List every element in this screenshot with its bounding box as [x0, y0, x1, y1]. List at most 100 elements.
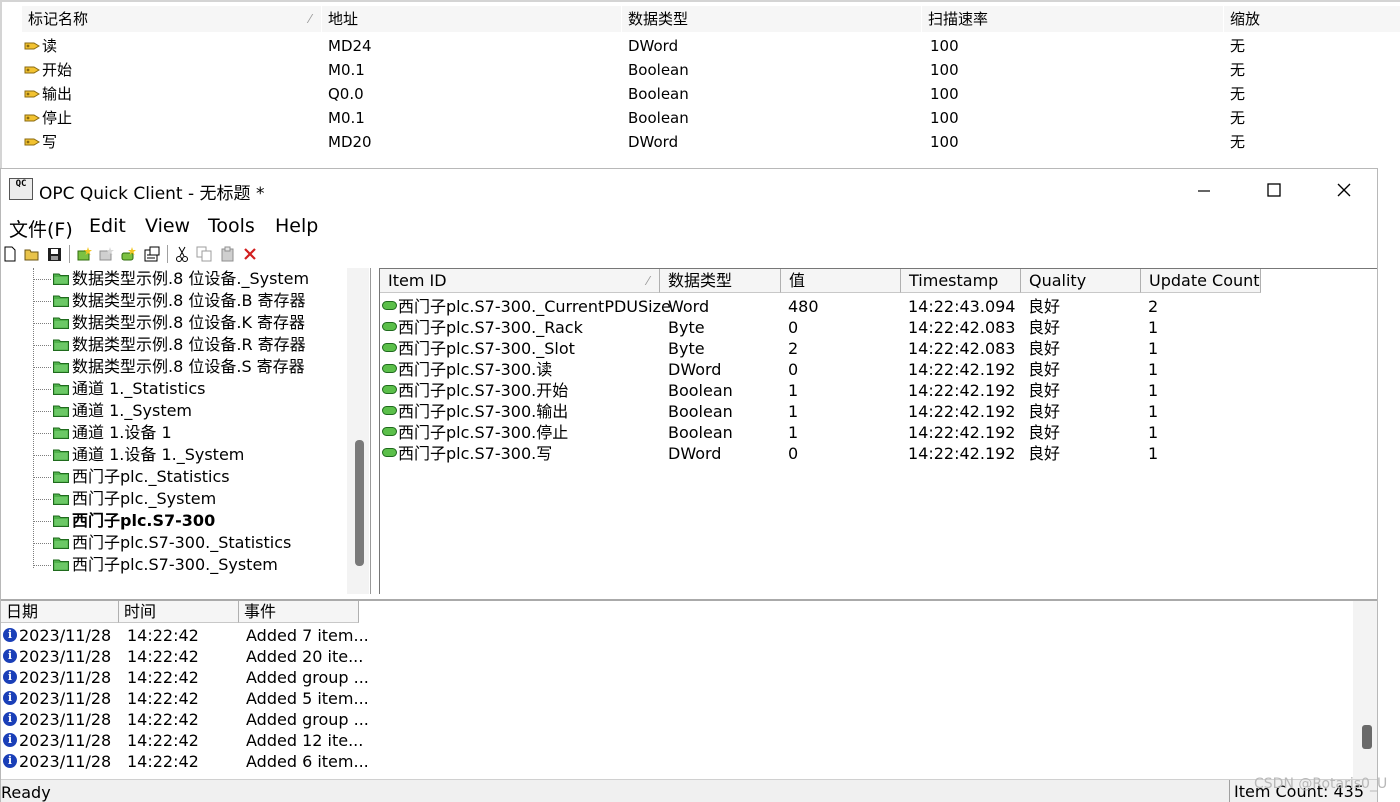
- item-tag-icon: [382, 322, 397, 331]
- col-item-id[interactable]: Item ID ⁄: [380, 269, 660, 293]
- log-cell: 14:22:42: [127, 710, 199, 729]
- col-quality[interactable]: Quality: [1021, 269, 1141, 293]
- col-item-data-type[interactable]: 数据类型: [660, 269, 781, 293]
- tag-table-header: 标记名称 ⁄ 地址 数据类型 扫描速率 缩放: [22, 6, 1400, 32]
- tree-item-label: 通道 1.设备 1._System: [72, 445, 245, 464]
- folder-icon: [53, 427, 69, 439]
- log-cell: 14:22:42: [127, 647, 199, 666]
- tag-cell: 写: [42, 133, 58, 151]
- item-row[interactable]: 西门子plc.S7-300.读 DWord 0 14:22:42.192 良好 1: [380, 359, 1377, 380]
- tree-scrollbar[interactable]: [347, 268, 369, 594]
- delete-icon[interactable]: [241, 245, 259, 263]
- tag-table-row[interactable]: 写 MD20 DWord 100 无: [22, 130, 1400, 154]
- tag-table-row[interactable]: 停止 M0.1 Boolean 100 无: [22, 106, 1400, 130]
- copy-icon[interactable]: [195, 245, 213, 263]
- menu-bar: 文件(F) Edit View Tools Help: [1, 211, 1377, 241]
- item-cell: DWord: [668, 360, 722, 379]
- item-row[interactable]: 西门子plc.S7-300.开始 Boolean 1 14:22:42.192 良好 1: [380, 380, 1377, 401]
- tag-table-row[interactable]: 输出 Q0.0 Boolean 100 无: [22, 82, 1400, 106]
- item-tag-icon: [382, 301, 397, 310]
- item-cell: Boolean: [668, 423, 733, 442]
- new-server-icon[interactable]: [75, 245, 93, 263]
- item-cell: 西门子plc.S7-300._Slot: [398, 339, 575, 358]
- close-icon: [1337, 183, 1351, 197]
- menu-view[interactable]: View: [145, 215, 190, 237]
- item-row[interactable]: 西门子plc.S7-300.输出 Boolean 1 14:22:42.192 良好 1: [380, 401, 1377, 422]
- open-icon[interactable]: [23, 245, 41, 263]
- item-row[interactable]: 西门子plc.S7-300._Rack Byte 0 14:22:42.083 良好 1: [380, 317, 1377, 338]
- maximize-button[interactable]: [1239, 169, 1309, 211]
- folder-icon: [53, 295, 69, 307]
- item-cell: 2: [788, 339, 799, 358]
- minimize-button[interactable]: [1169, 169, 1239, 211]
- item-cell: 西门子plc.S7-300.读: [398, 360, 553, 379]
- item-cell: 西门子plc.S7-300.输出: [398, 402, 569, 421]
- log-cell: Added 5 item...: [246, 689, 369, 708]
- properties-icon[interactable]: [143, 245, 161, 263]
- cut-icon[interactable]: [173, 245, 191, 263]
- save-icon[interactable]: [45, 245, 63, 263]
- col-value[interactable]: 值: [781, 269, 901, 293]
- log-cell: 14:22:42: [127, 668, 199, 687]
- col-event[interactable]: 事件: [239, 601, 359, 623]
- log-cell: Added group ...: [246, 710, 369, 729]
- info-icon: i: [3, 670, 17, 684]
- tag-cell: DWord: [628, 37, 679, 55]
- menu-file[interactable]: 文件(F): [9, 215, 73, 242]
- folder-icon: [53, 471, 69, 483]
- tag-cell: Q0.0: [328, 85, 364, 103]
- tag-table-row[interactable]: 读 MD24 DWord 100 无: [22, 34, 1400, 58]
- item-cell: 480: [788, 297, 819, 316]
- close-button[interactable]: [1309, 169, 1379, 211]
- item-row[interactable]: 西门子plc.S7-300._CurrentPDUSize Word 480 14:2…: [380, 296, 1377, 317]
- tag-cell: 100: [930, 133, 959, 151]
- col-update-count[interactable]: Update Count: [1141, 269, 1261, 293]
- log-row[interactable]: i 2023/11/28 14:22:42 Added 20 ite...: [1, 646, 1351, 667]
- item-cell: 0: [788, 360, 799, 379]
- col-timestamp[interactable]: Timestamp: [901, 269, 1021, 293]
- log-row[interactable]: i 2023/11/28 14:22:42 Added 5 item...: [1, 688, 1351, 709]
- item-row[interactable]: 西门子plc.S7-300._Slot Byte 2 14:22:42.083 良好 1: [380, 338, 1377, 359]
- col-date[interactable]: 日期: [1, 601, 119, 623]
- tag-cell: M0.1: [328, 109, 365, 127]
- col-time[interactable]: 时间: [119, 601, 239, 623]
- item-cell: 14:22:42.192: [908, 444, 1016, 463]
- menu-tools[interactable]: Tools: [208, 215, 255, 237]
- item-cell: 西门子plc.S7-300._CurrentPDUSize: [398, 297, 671, 316]
- log-row[interactable]: i 2023/11/28 14:22:42 Added 7 item...: [1, 625, 1351, 646]
- log-row[interactable]: i 2023/11/28 14:22:42 Added group ...: [1, 709, 1351, 730]
- log-row[interactable]: i 2023/11/28 14:22:42 Added 12 ite...: [1, 730, 1351, 751]
- tree-item-label: 通道 1.设备 1: [72, 423, 172, 442]
- log-row[interactable]: i 2023/11/28 14:22:42 Added group ...: [1, 667, 1351, 688]
- menu-edit[interactable]: Edit: [89, 215, 126, 237]
- item-cell: 西门子plc.S7-300.停止: [398, 423, 569, 442]
- status-text: Ready: [1, 783, 51, 802]
- tree-scroll-thumb[interactable]: [355, 440, 364, 566]
- log-row[interactable]: i 2023/11/28 14:22:42 Added 6 item...: [1, 751, 1351, 772]
- item-cell: 1: [788, 402, 799, 421]
- item-tag-icon: [382, 427, 397, 436]
- item-tag-icon: [382, 448, 397, 457]
- item-row[interactable]: 西门子plc.S7-300.写 DWord 0 14:22:42.192 良好 1: [380, 443, 1377, 464]
- col-data-type[interactable]: 数据类型: [622, 6, 922, 32]
- tag-cell: DWord: [628, 133, 679, 151]
- new-item-icon[interactable]: [119, 245, 137, 263]
- log-scrollbar[interactable]: [1353, 601, 1377, 779]
- title-bar[interactable]: QC OPC Quick Client - 无标题 *: [1, 169, 1377, 211]
- tag-cell: 停止: [42, 109, 73, 127]
- col-scaling[interactable]: 缩放: [1224, 6, 1400, 32]
- tag-table-row[interactable]: 开始 M0.1 Boolean 100 无: [22, 58, 1400, 82]
- new-group-icon[interactable]: [97, 245, 115, 263]
- new-icon[interactable]: [1, 245, 19, 263]
- log-cell: 14:22:42: [127, 626, 199, 645]
- tag-cell: M0.1: [328, 61, 365, 79]
- menu-help[interactable]: Help: [275, 215, 318, 237]
- paste-icon[interactable]: [219, 245, 237, 263]
- col-scan-rate[interactable]: 扫描速率: [922, 6, 1224, 32]
- col-tag-name[interactable]: 标记名称 ⁄: [22, 6, 322, 32]
- log-scroll-thumb[interactable]: [1362, 725, 1372, 749]
- item-cell: Byte: [668, 339, 705, 358]
- item-row[interactable]: 西门子plc.S7-300.停止 Boolean 1 14:22:42.192 良好 1: [380, 422, 1377, 443]
- tag-cell: 100: [930, 37, 959, 55]
- col-address[interactable]: 地址: [322, 6, 622, 32]
